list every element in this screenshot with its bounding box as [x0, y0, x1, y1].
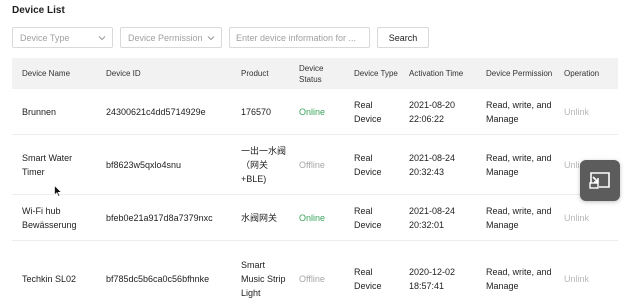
header-device-permission: Device Permission	[486, 69, 553, 78]
page-title: Device List	[12, 5, 65, 16]
activation-time-cell: 2021-08-24 20:32:43	[409, 152, 456, 177]
device-id-cell: bf8623w5qxlo4snu	[106, 159, 182, 170]
header-device-status: Device Status	[299, 63, 324, 84]
permission-cell: Read, write, and Manage	[486, 99, 552, 124]
device-type-cell: Real Device	[354, 266, 382, 291]
header-operation: Operation	[564, 69, 600, 78]
product-cell: 176570	[241, 106, 272, 117]
product-cell: Smart Music Strip Light	[241, 259, 286, 298]
permission-cell: Read, write, and Manage	[486, 152, 552, 177]
header-device-name: Device Name	[22, 69, 71, 78]
unlink-link[interactable]: Unlink	[554, 272, 618, 286]
filter-bar: Device Type Device Permission Enter devi…	[12, 27, 429, 48]
device-type-placeholder: Device Type	[20, 32, 70, 43]
product-cell: 水阀网关	[241, 212, 278, 223]
device-id-cell: bf785dc5b6ca0c56bfhnke	[106, 273, 210, 284]
unlink-link[interactable]: Unlink	[554, 211, 618, 225]
device-name-cell: Techkin SL02	[22, 273, 77, 284]
table-row: Techkin SL02 bf785dc5b6ca0c56bfhnke Smar…	[12, 241, 618, 307]
device-id-cell: bfeb0e21a917d8a7379nxc	[106, 212, 213, 223]
search-button[interactable]: Search	[377, 27, 429, 48]
header-device-id: Device ID	[106, 69, 141, 78]
device-table: Device Name Device ID Product Device Sta…	[12, 58, 618, 307]
activation-time-cell: 2021-08-20 22:06:22	[409, 99, 456, 124]
device-name-cell: Smart Water Timer	[22, 152, 73, 177]
status-cell: Online	[299, 212, 326, 223]
search-input[interactable]: Enter device information for ...	[229, 27, 370, 48]
table-row: Brunnen 24300621c4dd5714929e 176570 Onli…	[12, 89, 618, 135]
product-cell: 一出一水阀（网关+BLE)	[241, 145, 287, 184]
device-type-cell: Real Device	[354, 152, 382, 177]
mouse-cursor-icon	[54, 184, 63, 197]
status-cell: Online	[299, 106, 326, 117]
header-device-type: Device Type	[354, 69, 398, 78]
device-type-cell: Real Device	[354, 205, 382, 230]
status-cell: Offline	[299, 159, 325, 170]
header-product: Product	[241, 69, 269, 78]
floating-action-button[interactable]	[580, 160, 620, 201]
device-type-select[interactable]: Device Type	[12, 27, 113, 48]
table-row: Smart Water Timer bf8623w5qxlo4snu 一出一水阀…	[12, 135, 618, 195]
chevron-down-icon	[98, 34, 106, 42]
device-permission-placeholder: Device Permission	[128, 32, 203, 43]
search-input-placeholder: Enter device information for ...	[236, 32, 357, 43]
status-cell: Offline	[299, 273, 325, 284]
permission-cell: Read, write, and Manage	[486, 205, 552, 230]
table-row: Wi-Fi hub Bewässerung bfeb0e21a917d8a737…	[12, 195, 618, 241]
picture-in-picture-icon	[589, 171, 611, 191]
device-id-cell: 24300621c4dd5714929e	[106, 106, 206, 117]
device-name-cell: Wi-Fi hub Bewässerung	[22, 205, 77, 230]
device-permission-select[interactable]: Device Permission	[120, 27, 222, 48]
table-header: Device Name Device ID Product Device Sta…	[12, 58, 618, 89]
unlink-link[interactable]: Unlink	[554, 105, 618, 119]
activation-time-cell: 2020-12-02 18:57:41	[409, 266, 456, 291]
device-name-cell: Brunnen	[22, 106, 57, 117]
device-type-cell: Real Device	[354, 99, 382, 124]
header-activation-time: Activation Time	[409, 69, 464, 78]
chevron-down-icon	[207, 34, 215, 42]
permission-cell: Read, write, and Manage	[486, 266, 552, 291]
activation-time-cell: 2021-08-24 20:32:01	[409, 205, 456, 230]
